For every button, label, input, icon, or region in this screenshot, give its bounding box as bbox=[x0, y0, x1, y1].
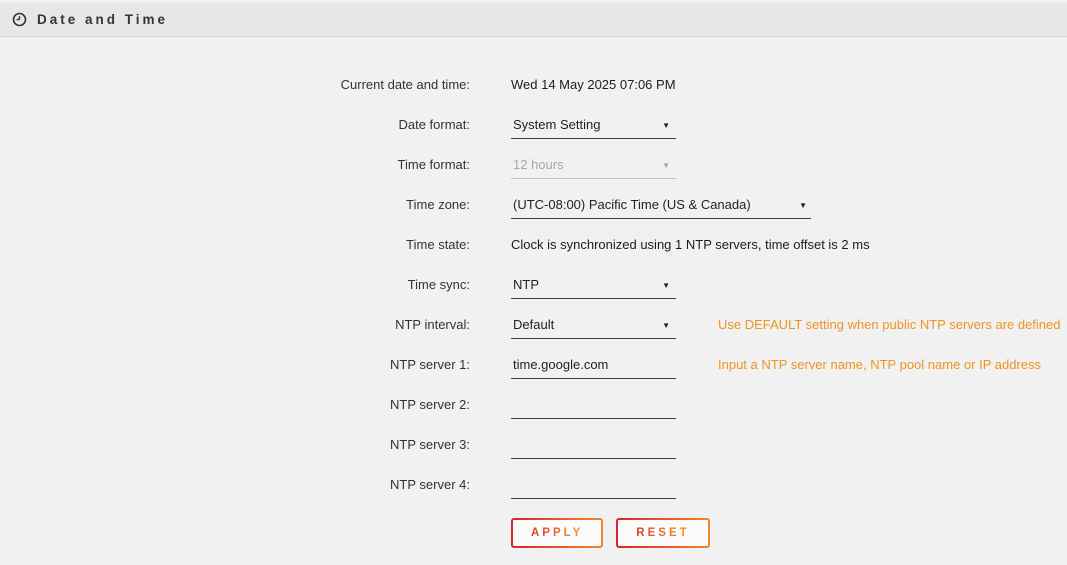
date-time-form: Current date and time: Wed 14 May 2025 0… bbox=[0, 37, 1067, 548]
time-state-label: Time state: bbox=[0, 237, 470, 252]
form-row-time-state: Time state: Clock is synchronized using … bbox=[0, 224, 1067, 264]
chevron-down-icon: ▼ bbox=[662, 119, 670, 132]
form-row-date-format: Date format: System Setting ▼ bbox=[0, 104, 1067, 144]
ntp-server-4-label: NTP server 4: bbox=[0, 477, 470, 492]
date-format-label: Date format: bbox=[0, 117, 470, 132]
form-row-ntp-server-2: NTP server 2: bbox=[0, 384, 1067, 424]
reset-button-label: RESET bbox=[636, 527, 689, 539]
ntp-server-1-hint: Input a NTP server name, NTP pool name o… bbox=[718, 357, 1041, 372]
ntp-server-2-label: NTP server 2: bbox=[0, 397, 470, 412]
reset-button[interactable]: RESET bbox=[616, 518, 709, 548]
time-zone-selected-value: (UTC-08:00) Pacific Time (US & Canada) bbox=[513, 197, 751, 212]
date-format-select[interactable]: System Setting ▼ bbox=[511, 117, 676, 139]
time-sync-label: Time sync: bbox=[0, 277, 470, 292]
date-time-settings-panel: Date and Time Current date and time: Wed… bbox=[0, 3, 1067, 565]
time-zone-label: Time zone: bbox=[0, 197, 470, 212]
ntp-server-3-input[interactable] bbox=[511, 437, 676, 459]
time-state-value: Clock is synchronized using 1 NTP server… bbox=[511, 237, 870, 252]
ntp-server-1-label: NTP server 1: bbox=[0, 357, 470, 372]
apply-button-label: APPLY bbox=[531, 527, 583, 539]
chevron-down-icon: ▼ bbox=[799, 199, 807, 212]
time-format-label: Time format: bbox=[0, 157, 470, 172]
time-format-selected-value: 12 hours bbox=[513, 157, 564, 172]
ntp-server-1-input[interactable] bbox=[511, 357, 676, 379]
form-row-time-zone: Time zone: (UTC-08:00) Pacific Time (US … bbox=[0, 184, 1067, 224]
form-actions: APPLY RESET bbox=[511, 518, 1067, 548]
ntp-interval-selected-value: Default bbox=[513, 317, 554, 332]
ntp-interval-label: NTP interval: bbox=[0, 317, 470, 332]
ntp-interval-select[interactable]: Default ▼ bbox=[511, 317, 676, 339]
current-datetime-label: Current date and time: bbox=[0, 77, 470, 92]
chevron-down-icon: ▼ bbox=[662, 319, 670, 332]
ntp-server-4-input[interactable] bbox=[511, 477, 676, 499]
form-row-time-format: Time format: 12 hours ▼ bbox=[0, 144, 1067, 184]
ntp-server-2-input[interactable] bbox=[511, 397, 676, 419]
page-title: Date and Time bbox=[37, 12, 168, 27]
form-row-time-sync: Time sync: NTP ▼ bbox=[0, 264, 1067, 304]
time-format-select: 12 hours ▼ bbox=[511, 157, 676, 179]
form-row-ntp-server-4: NTP server 4: bbox=[0, 464, 1067, 504]
time-sync-select[interactable]: NTP ▼ bbox=[511, 277, 676, 299]
time-sync-selected-value: NTP bbox=[513, 277, 539, 292]
form-row-ntp-server-3: NTP server 3: bbox=[0, 424, 1067, 464]
date-format-selected-value: System Setting bbox=[513, 117, 600, 132]
ntp-server-3-label: NTP server 3: bbox=[0, 437, 470, 452]
panel-header: Date and Time bbox=[0, 3, 1067, 37]
chevron-down-icon: ▼ bbox=[662, 159, 670, 172]
form-row-current-datetime: Current date and time: Wed 14 May 2025 0… bbox=[0, 64, 1067, 104]
time-zone-select[interactable]: (UTC-08:00) Pacific Time (US & Canada) ▼ bbox=[511, 197, 811, 219]
clock-icon bbox=[12, 12, 27, 27]
form-row-ntp-server-1: NTP server 1: Input a NTP server name, N… bbox=[0, 344, 1067, 384]
chevron-down-icon: ▼ bbox=[662, 279, 670, 292]
current-datetime-value: Wed 14 May 2025 07:06 PM bbox=[511, 77, 676, 92]
ntp-interval-hint: Use DEFAULT setting when public NTP serv… bbox=[718, 317, 1061, 332]
form-row-ntp-interval: NTP interval: Default ▼ Use DEFAULT sett… bbox=[0, 304, 1067, 344]
apply-button[interactable]: APPLY bbox=[511, 518, 603, 548]
